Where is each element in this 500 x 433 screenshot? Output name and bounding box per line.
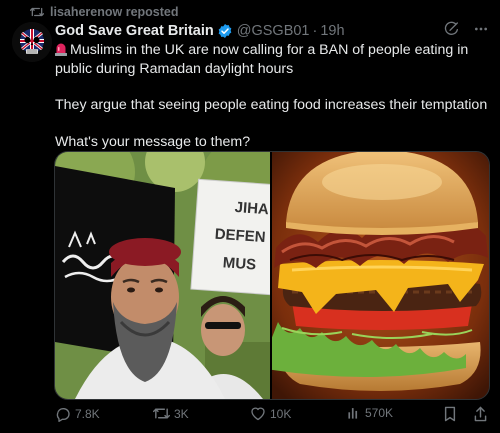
views-icon — [347, 406, 361, 420]
verified-badge-icon — [217, 23, 233, 39]
repost-button[interactable]: 3K — [153, 406, 189, 421]
reply-icon — [55, 406, 71, 422]
author-name[interactable]: God Save Great Britain — [55, 23, 214, 39]
bookmark-button[interactable] — [443, 406, 457, 422]
views-count: 570K — [365, 406, 394, 420]
sign-line-1: JIHA — [234, 199, 269, 218]
like-button[interactable]: 10K — [250, 406, 291, 421]
tweet-paragraph-1: Muslims in the UK are now calling for a … — [55, 41, 491, 78]
reply-button[interactable]: 7.8K — [55, 406, 100, 422]
repost-icon — [153, 406, 170, 421]
media-image-protest[interactable]: JIHA DEFEN MUS — [55, 152, 272, 399]
tweet-paragraph-3: What's your message to them? — [55, 133, 251, 150]
media-container[interactable]: JIHA DEFEN MUS — [54, 151, 490, 400]
more-options-icon[interactable] — [472, 21, 490, 41]
timestamp[interactable]: 19h — [320, 23, 344, 39]
repost-icon — [30, 6, 44, 18]
views-button[interactable]: 570K — [347, 406, 393, 420]
share-button[interactable] — [473, 406, 488, 422]
reply-count: 7.8K — [75, 407, 100, 421]
action-bar: 7.8K 3K 10K 570K — [55, 404, 495, 426]
repost-context[interactable]: lisaherenow reposted — [30, 3, 179, 21]
repost-label: lisaherenow reposted — [50, 5, 179, 19]
tweet-text: Muslims in the UK are now calling for a … — [55, 41, 491, 151]
media-image-burger[interactable] — [272, 152, 489, 399]
sign-line-3: MUS — [222, 254, 256, 273]
tweet-card[interactable]: lisaherenow reposted God Save Great Brit… — [0, 0, 500, 433]
tweet-line-1: Muslims in the UK are now calling for a … — [55, 42, 469, 77]
separator-dot: · — [312, 23, 318, 39]
siren-icon — [55, 42, 67, 56]
tweet-header: God Save Great Britain @GSGB01 · 19h — [55, 21, 490, 41]
author-handle[interactable]: @GSGB01 — [237, 23, 310, 39]
heart-icon — [250, 406, 266, 421]
tweet-paragraph-2: They argue that seeing people eating foo… — [55, 97, 488, 113]
share-icon — [473, 406, 488, 422]
grok-icon[interactable] — [444, 21, 460, 41]
sign-line-2: DEFEN — [214, 226, 266, 247]
repost-count: 3K — [174, 406, 189, 421]
avatar[interactable] — [12, 22, 52, 62]
bookmark-icon — [443, 406, 457, 422]
like-count: 10K — [270, 406, 292, 421]
